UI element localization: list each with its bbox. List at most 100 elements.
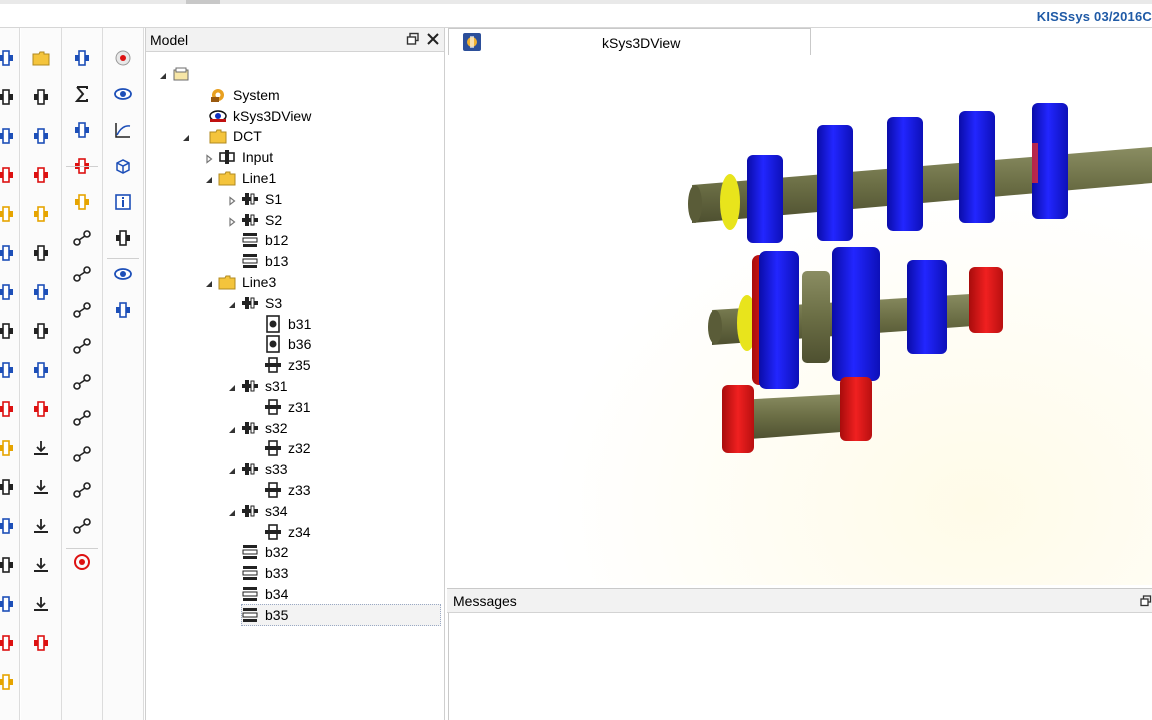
cube-icon[interactable]	[113, 156, 133, 176]
tree-item[interactable]: z35	[146, 355, 441, 375]
tree-item[interactable]: b13	[146, 251, 441, 271]
column-tool-icon[interactable]	[31, 633, 51, 653]
info-icon[interactable]	[113, 192, 133, 212]
bearing-tool-icon[interactable]	[0, 204, 16, 224]
float-window-icon[interactable]	[1140, 594, 1152, 607]
tree-item[interactable]	[146, 64, 441, 84]
sensor-tool-icon[interactable]	[0, 282, 16, 302]
branch5-tool-icon[interactable]	[72, 372, 92, 392]
element-tool-icon[interactable]	[31, 243, 51, 263]
load-base-tool-icon[interactable]	[31, 555, 51, 575]
shaft-end-tool-icon[interactable]	[0, 126, 16, 146]
motor-tool-icon[interactable]	[0, 321, 16, 341]
spring-element-icon[interactable]	[31, 360, 51, 380]
tree-expanded-arrow-icon[interactable]	[158, 68, 168, 79]
link-blue-icon[interactable]	[113, 300, 133, 320]
eye-blue-icon[interactable]	[113, 264, 133, 284]
stack-tool-icon[interactable]	[72, 120, 92, 140]
branch7-tool-icon[interactable]	[72, 444, 92, 464]
upload-tool-icon[interactable]	[31, 594, 51, 614]
tree-item[interactable]: S1	[146, 189, 441, 209]
tree-collapsed-arrow-icon[interactable]	[227, 214, 237, 227]
coupling-tool-icon[interactable]	[0, 87, 16, 107]
rotate-tool-icon[interactable]	[0, 438, 16, 458]
tab-stub[interactable]	[186, 0, 220, 4]
tree-item[interactable]: z32	[146, 438, 441, 458]
tree-item[interactable]: b31	[146, 314, 441, 334]
connect-tool-icon[interactable]	[72, 48, 92, 68]
property-tool-icon[interactable]	[72, 192, 92, 212]
gear-pair-tool-icon[interactable]	[0, 165, 16, 185]
damper-tool-icon[interactable]	[31, 399, 51, 419]
tree-expanded-arrow-icon[interactable]	[181, 130, 191, 142]
tree-item[interactable]: S3	[146, 293, 441, 313]
tree-item[interactable]: DCT	[146, 126, 441, 146]
tree-item[interactable]: b35	[146, 605, 441, 625]
brake-tool-icon[interactable]	[0, 399, 16, 419]
graph-icon[interactable]	[113, 120, 133, 140]
tree-item[interactable]: s31	[146, 376, 441, 396]
arrow-right-tool-icon[interactable]	[31, 282, 51, 302]
tree-item[interactable]: System	[146, 85, 441, 105]
tree-expanded-arrow-icon[interactable]	[204, 172, 214, 183]
tree-collapsed-arrow-icon[interactable]	[227, 193, 237, 206]
copy-icon[interactable]	[113, 228, 133, 248]
folder-tool-icon[interactable]	[31, 48, 51, 68]
cylinder-tool-icon[interactable]	[31, 126, 51, 146]
tree-item[interactable]: z33	[146, 480, 441, 500]
tree-expanded-arrow-icon[interactable]	[227, 422, 237, 433]
float-window-icon[interactable]	[406, 32, 420, 46]
ball-icon[interactable]	[113, 48, 133, 68]
tree-item[interactable]: s33	[146, 459, 441, 479]
tree-expanded-arrow-icon[interactable]	[204, 276, 214, 287]
messages-list[interactable]	[448, 613, 1152, 720]
tree-item[interactable]: Input	[146, 147, 441, 167]
clutch-tool-icon[interactable]	[0, 360, 16, 380]
branch-tool-icon[interactable]	[72, 228, 92, 248]
bracket-tool-icon[interactable]	[31, 321, 51, 341]
pump-tool-icon[interactable]	[0, 516, 16, 536]
tree-item[interactable]: b32	[146, 542, 441, 562]
shaft-tool-icon[interactable]	[0, 48, 16, 68]
branch4-tool-icon[interactable]	[72, 336, 92, 356]
tree-item[interactable]: z31	[146, 397, 441, 417]
wedge-tool-icon[interactable]	[31, 204, 51, 224]
tree-item[interactable]: b34	[146, 584, 441, 604]
tree-item[interactable]: s34	[146, 501, 441, 521]
tree-expanded-arrow-icon[interactable]	[227, 505, 237, 516]
block-tool-icon[interactable]	[31, 87, 51, 107]
branch8-tool-icon[interactable]	[72, 480, 92, 500]
target-tool-icon[interactable]	[72, 552, 92, 572]
tree-expanded-arrow-icon[interactable]	[227, 297, 237, 308]
sigma-icon[interactable]	[72, 84, 92, 104]
spring-tool-icon[interactable]	[0, 477, 16, 497]
download-tool-icon[interactable]	[31, 438, 51, 458]
load-tool-icon[interactable]	[31, 477, 51, 497]
branch2-tool-icon[interactable]	[72, 264, 92, 284]
link-tool-icon[interactable]	[0, 243, 16, 263]
tree-item[interactable]: kSys3DView	[146, 106, 441, 126]
tree-item[interactable]: b36	[146, 334, 441, 354]
tree-item[interactable]: b12	[146, 230, 441, 250]
branch3-tool-icon[interactable]	[72, 300, 92, 320]
tree-item[interactable]: b33	[146, 563, 441, 583]
tree-item[interactable]: Line1	[146, 168, 441, 188]
actuator-tool-icon[interactable]	[0, 594, 16, 614]
tree-expanded-arrow-icon[interactable]	[227, 463, 237, 475]
tree-item[interactable]: S2	[146, 210, 441, 230]
3d-viewport[interactable]	[447, 55, 1152, 585]
tree-item[interactable]: z34	[146, 522, 441, 542]
support-tool-icon[interactable]	[0, 555, 16, 575]
flow-tool-icon[interactable]	[0, 633, 16, 653]
branch9-tool-icon[interactable]	[72, 516, 92, 536]
marker-tool-icon[interactable]	[0, 672, 16, 692]
close-icon[interactable]	[426, 32, 440, 46]
branch6-tool-icon[interactable]	[72, 408, 92, 428]
tree-item[interactable]: s32	[146, 418, 441, 438]
cap-tool-icon[interactable]	[31, 165, 51, 185]
load-down-tool-icon[interactable]	[31, 516, 51, 536]
tree-expanded-arrow-icon[interactable]	[227, 380, 237, 391]
tab-ksys3dview[interactable]: kSys3DView	[448, 28, 811, 55]
eye-icon[interactable]	[113, 84, 133, 104]
tree-collapsed-arrow-icon[interactable]	[204, 151, 214, 164]
